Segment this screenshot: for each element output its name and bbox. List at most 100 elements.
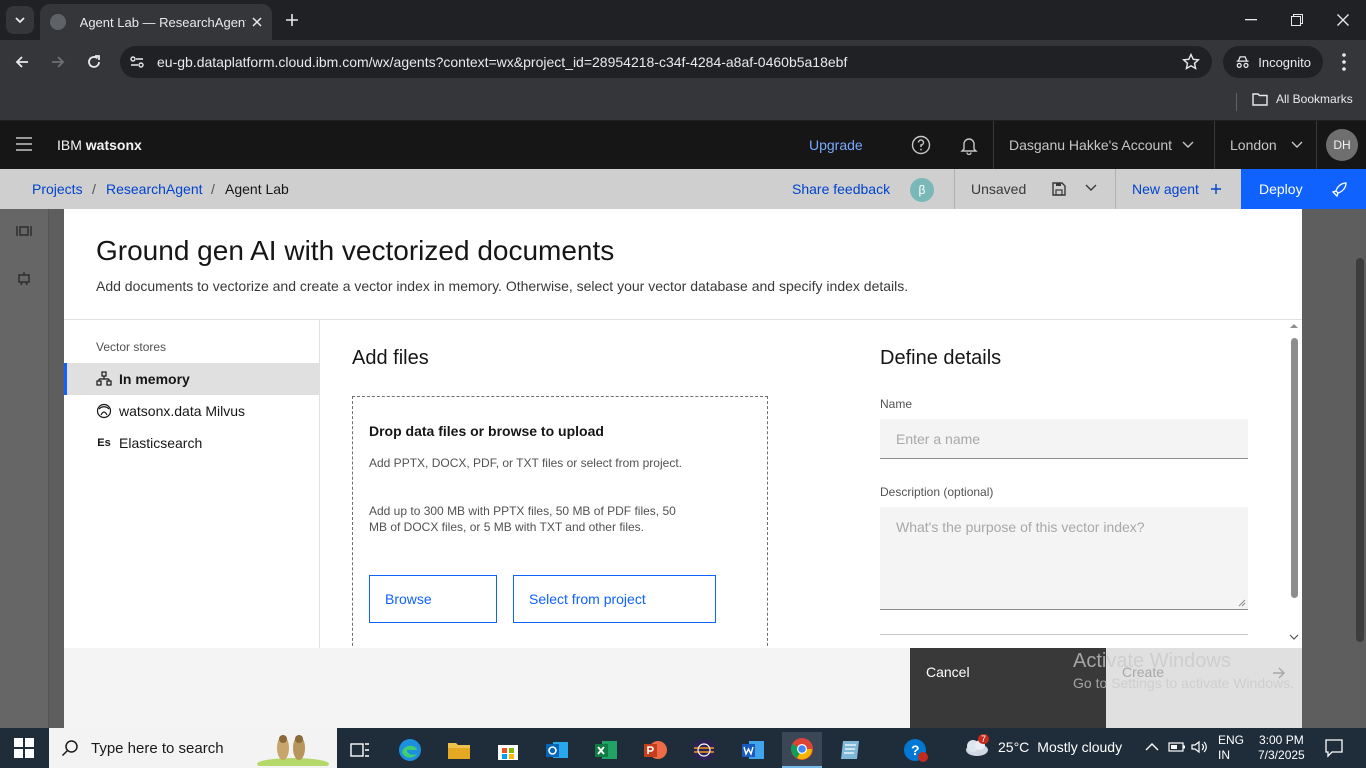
plus-icon [1210,184,1221,194]
eclipse-app-icon[interactable] [684,732,724,768]
activate-windows-watermark: Activate Windows Go to Settings to activ… [1073,650,1294,691]
chevron-down-icon [1182,141,1194,148]
incognito-indicator[interactable]: Incognito [1223,46,1323,78]
minimize-icon [1245,19,1257,21]
breadcrumb-projects[interactable]: Projects [32,181,83,197]
incognito-label: Incognito [1258,54,1311,70]
close-window-button[interactable] [1320,0,1366,40]
modal-scroll-thumb[interactable] [1291,338,1298,598]
vector-store-label: In memory [119,371,190,387]
lang-line-2: IN [1218,748,1230,762]
start-button[interactable] [14,738,34,758]
scroll-down-icon [1289,634,1299,640]
app-header: IBM watsonx Upgrade Dasganu Hakke's Acco… [0,121,1366,169]
all-bookmarks-button[interactable]: All Bookmarks [1252,92,1353,106]
elasticsearch-icon: Es [97,437,111,449]
chrome-app-icon[interactable] [782,732,822,768]
in-memory-icon [96,371,112,387]
name-input[interactable]: Enter a name [880,419,1248,459]
file-explorer-app-icon[interactable] [439,732,479,768]
browser-tabstrip: Agent Lab — ResearchAgent | I [0,0,1366,40]
powerpoint-app-icon[interactable] [635,732,675,768]
modal-subtitle: Add documents to vectorize and create a … [96,278,909,294]
taskbar-search[interactable]: Type here to search [49,728,337,768]
tab-title: Agent Lab — ResearchAgent | I [79,14,246,30]
all-bookmarks-label: All Bookmarks [1276,92,1353,106]
input-language[interactable]: ENG IN [1218,733,1244,763]
edge-app-icon[interactable] [390,732,430,768]
upgrade-link[interactable]: Upgrade [809,137,863,153]
reload-icon [88,55,100,68]
store-app-icon[interactable] [488,732,528,768]
account-switcher[interactable]: Dasganu Hakke's Account [1009,137,1194,153]
address-bar[interactable]: eu-gb.dataplatform.cloud.ibm.com/wx/agen… [120,46,1212,78]
forward-button[interactable] [44,48,72,76]
reload-button[interactable] [80,48,108,76]
header-divider [1316,121,1317,169]
deploy-label: Deploy [1259,181,1303,197]
resize-handle-icon [1238,599,1246,607]
help-app-icon[interactable]: ? [896,732,936,768]
save-icon[interactable] [1051,181,1067,197]
clock-date: 7/3/2025 [1258,748,1305,762]
site-info-icon[interactable] [128,53,146,71]
minimize-button[interactable] [1228,0,1274,40]
vector-store-elasticsearch[interactable]: Es Elasticsearch [64,427,319,459]
region-label: London [1230,137,1277,153]
milvus-icon [96,403,112,419]
vector-store-in-memory[interactable]: In memory [64,363,319,395]
bookmarks-divider [1236,93,1237,111]
vector-stores-panel: Vector stores In memory watsonx.data Mil… [64,320,320,648]
task-view-button[interactable] [340,732,380,768]
avatar[interactable]: DH [1326,129,1358,161]
tab-search-button[interactable] [6,6,34,34]
new-tab-button[interactable] [280,8,304,32]
account-label: Dasganu Hakke's Account [1009,137,1172,153]
breadcrumb-researchagent[interactable]: ResearchAgent [106,181,203,197]
outlook-app-icon[interactable] [537,732,577,768]
agent-icon[interactable] [16,271,32,287]
restore-button[interactable] [1274,0,1320,40]
browse-button[interactable]: Browse [369,575,497,623]
weather-widget[interactable]: 7 25°C Mostly cloudy [962,734,1122,758]
modal-body: Vector stores In memory watsonx.data Mil… [64,320,1302,656]
vector-store-milvus[interactable]: watsonx.data Milvus [64,395,319,427]
bookmark-star-icon[interactable] [1182,53,1200,71]
tab-close-icon[interactable] [252,17,262,27]
select-from-project-button[interactable]: Select from project [513,575,716,623]
excel-app-icon[interactable] [586,732,626,768]
battery-icon[interactable] [1168,740,1186,754]
region-switcher[interactable]: London [1230,137,1303,153]
notification-center-icon[interactable] [1324,738,1344,758]
new-agent-label: New agent [1132,181,1199,197]
notepad-app-icon[interactable] [831,732,871,768]
share-feedback-link[interactable]: Share feedback [792,181,890,197]
setup-icon[interactable] [16,223,32,239]
description-label: Description (optional) [880,485,994,499]
windows-taskbar: Type here to search ? 7 25°C Mostly clou… [0,728,1366,768]
menu-button[interactable] [16,137,32,151]
back-button[interactable] [8,48,36,76]
file-dropzone[interactable]: Drop data files or browse to upload Add … [352,396,768,656]
product-name[interactable]: IBM watsonx [57,137,142,153]
chrome-menu-button[interactable] [1334,50,1354,74]
restore-icon [1291,14,1303,26]
browser-tab[interactable]: Agent Lab — ResearchAgent | I [40,4,272,40]
save-options-chevron-icon[interactable] [1085,184,1097,192]
hamburger-icon [16,137,32,151]
word-app-icon[interactable] [733,732,773,768]
brand-prefix: IBM [57,137,82,153]
notification-bell-icon[interactable] [959,135,979,155]
search-icon [61,740,78,757]
deploy-button[interactable]: Deploy [1241,169,1366,209]
tray-chevron-up-icon[interactable] [1145,740,1159,754]
system-clock[interactable]: 3:00 PM 7/3/2025 [1258,733,1305,763]
modal-scrollbar[interactable] [1286,320,1302,648]
volume-icon[interactable] [1190,740,1208,754]
page-scrollbar[interactable] [1356,258,1364,642]
weather-temp: 25°C [998,739,1030,755]
description-textarea[interactable]: What's the purpose of this vector index? [880,507,1248,610]
new-agent-button[interactable]: New agent [1132,181,1221,197]
help-icon[interactable] [911,135,931,155]
incognito-icon [1236,56,1249,68]
